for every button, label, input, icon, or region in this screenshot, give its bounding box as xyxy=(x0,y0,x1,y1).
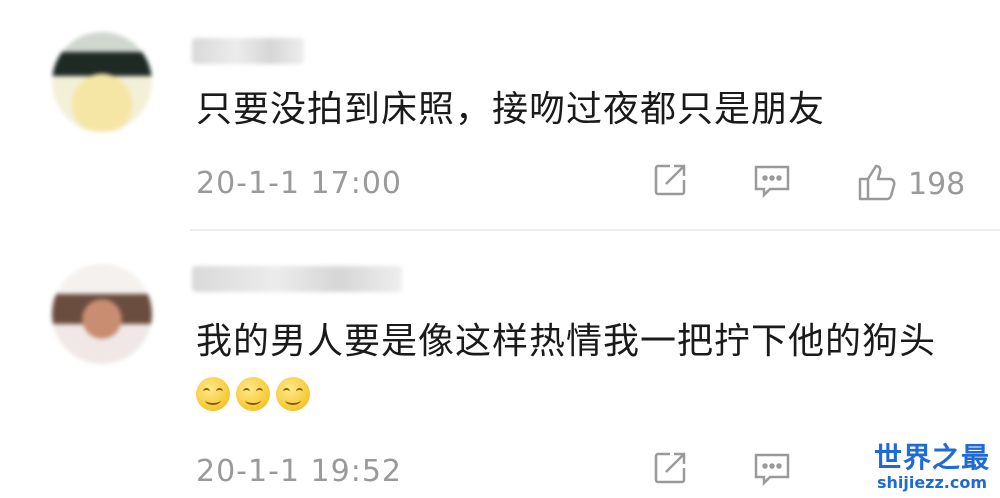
watermark-title: 世界之最 xyxy=(873,441,990,474)
comment-timestamp: 20-1-1 17:00 xyxy=(196,166,402,201)
divider xyxy=(190,229,1000,231)
share-icon xyxy=(650,448,690,492)
smile-emoji xyxy=(236,377,270,411)
comment-item: 我的男人要是像这样热情我一把拧下他的狗头 20-1-1 19:52 xyxy=(0,232,1000,498)
username-blurred[interactable] xyxy=(192,266,402,292)
comment-button[interactable] xyxy=(752,160,792,204)
share-button[interactable] xyxy=(650,160,690,204)
comment-text-content: 我的男人要是像这样热情我一把拧下他的狗头 xyxy=(196,321,937,362)
comment-button[interactable] xyxy=(752,448,792,492)
thumbs-up-icon xyxy=(856,160,900,208)
comment-text: 我的男人要是像这样热情我一把拧下他的狗头 xyxy=(196,316,956,420)
comment-text: 只要没拍到床照，接吻过夜都只是朋友 xyxy=(196,89,826,130)
avatar[interactable] xyxy=(52,264,152,364)
share-button[interactable] xyxy=(650,448,690,492)
comment-timestamp: 20-1-1 19:52 xyxy=(196,454,402,489)
comment-icon xyxy=(752,448,792,492)
smile-emoji xyxy=(276,377,310,411)
like-button[interactable]: 198 xyxy=(856,160,965,208)
share-icon xyxy=(650,160,690,204)
like-count: 198 xyxy=(908,166,966,202)
watermark-logo: 世界之最 shijiezz.com xyxy=(874,442,990,492)
watermark-url: shijiezz.com xyxy=(876,473,988,492)
comment-icon xyxy=(752,160,792,204)
comment-item: 只要没拍到床照，接吻过夜都只是朋友 20-1-1 17:00 198 xyxy=(0,0,1000,228)
username-blurred[interactable] xyxy=(192,38,304,64)
avatar[interactable] xyxy=(52,32,152,132)
smile-emoji xyxy=(196,377,230,411)
